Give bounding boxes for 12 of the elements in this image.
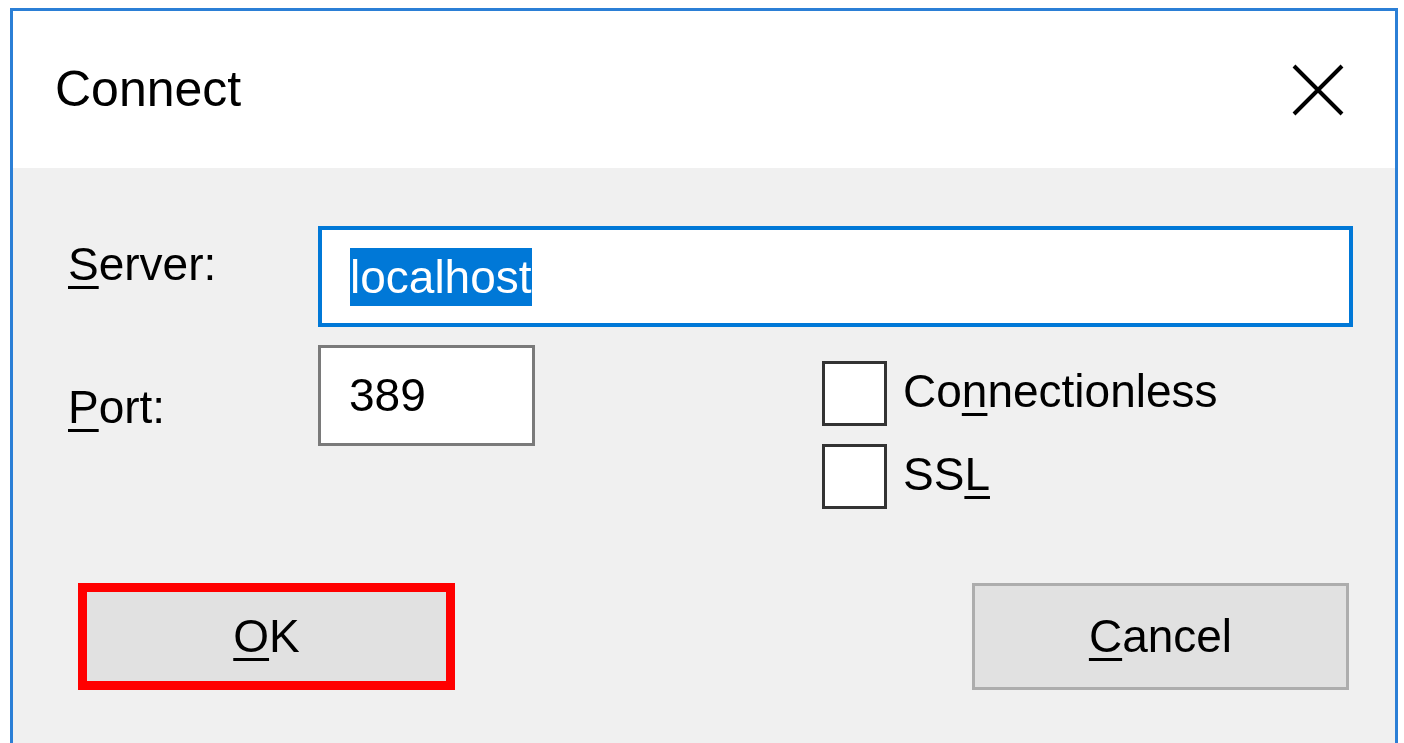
- server-label: Server:: [68, 237, 218, 292]
- text-field[interactable]: localhost: [318, 226, 1353, 327]
- text-field[interactable]: 389: [318, 345, 535, 446]
- window-title: Connect: [55, 60, 242, 119]
- checkbox-label: SSL: [903, 447, 990, 502]
- ok-button[interactable]: OK: [78, 583, 455, 690]
- checkbox[interactable]: [822, 444, 887, 509]
- checkbox-label: Connectionless: [903, 364, 1218, 419]
- close-icon[interactable]: [1291, 62, 1345, 117]
- port-label: Port:: [68, 380, 167, 435]
- cancel-button[interactable]: Cancel: [972, 583, 1349, 690]
- checkbox[interactable]: [822, 361, 887, 426]
